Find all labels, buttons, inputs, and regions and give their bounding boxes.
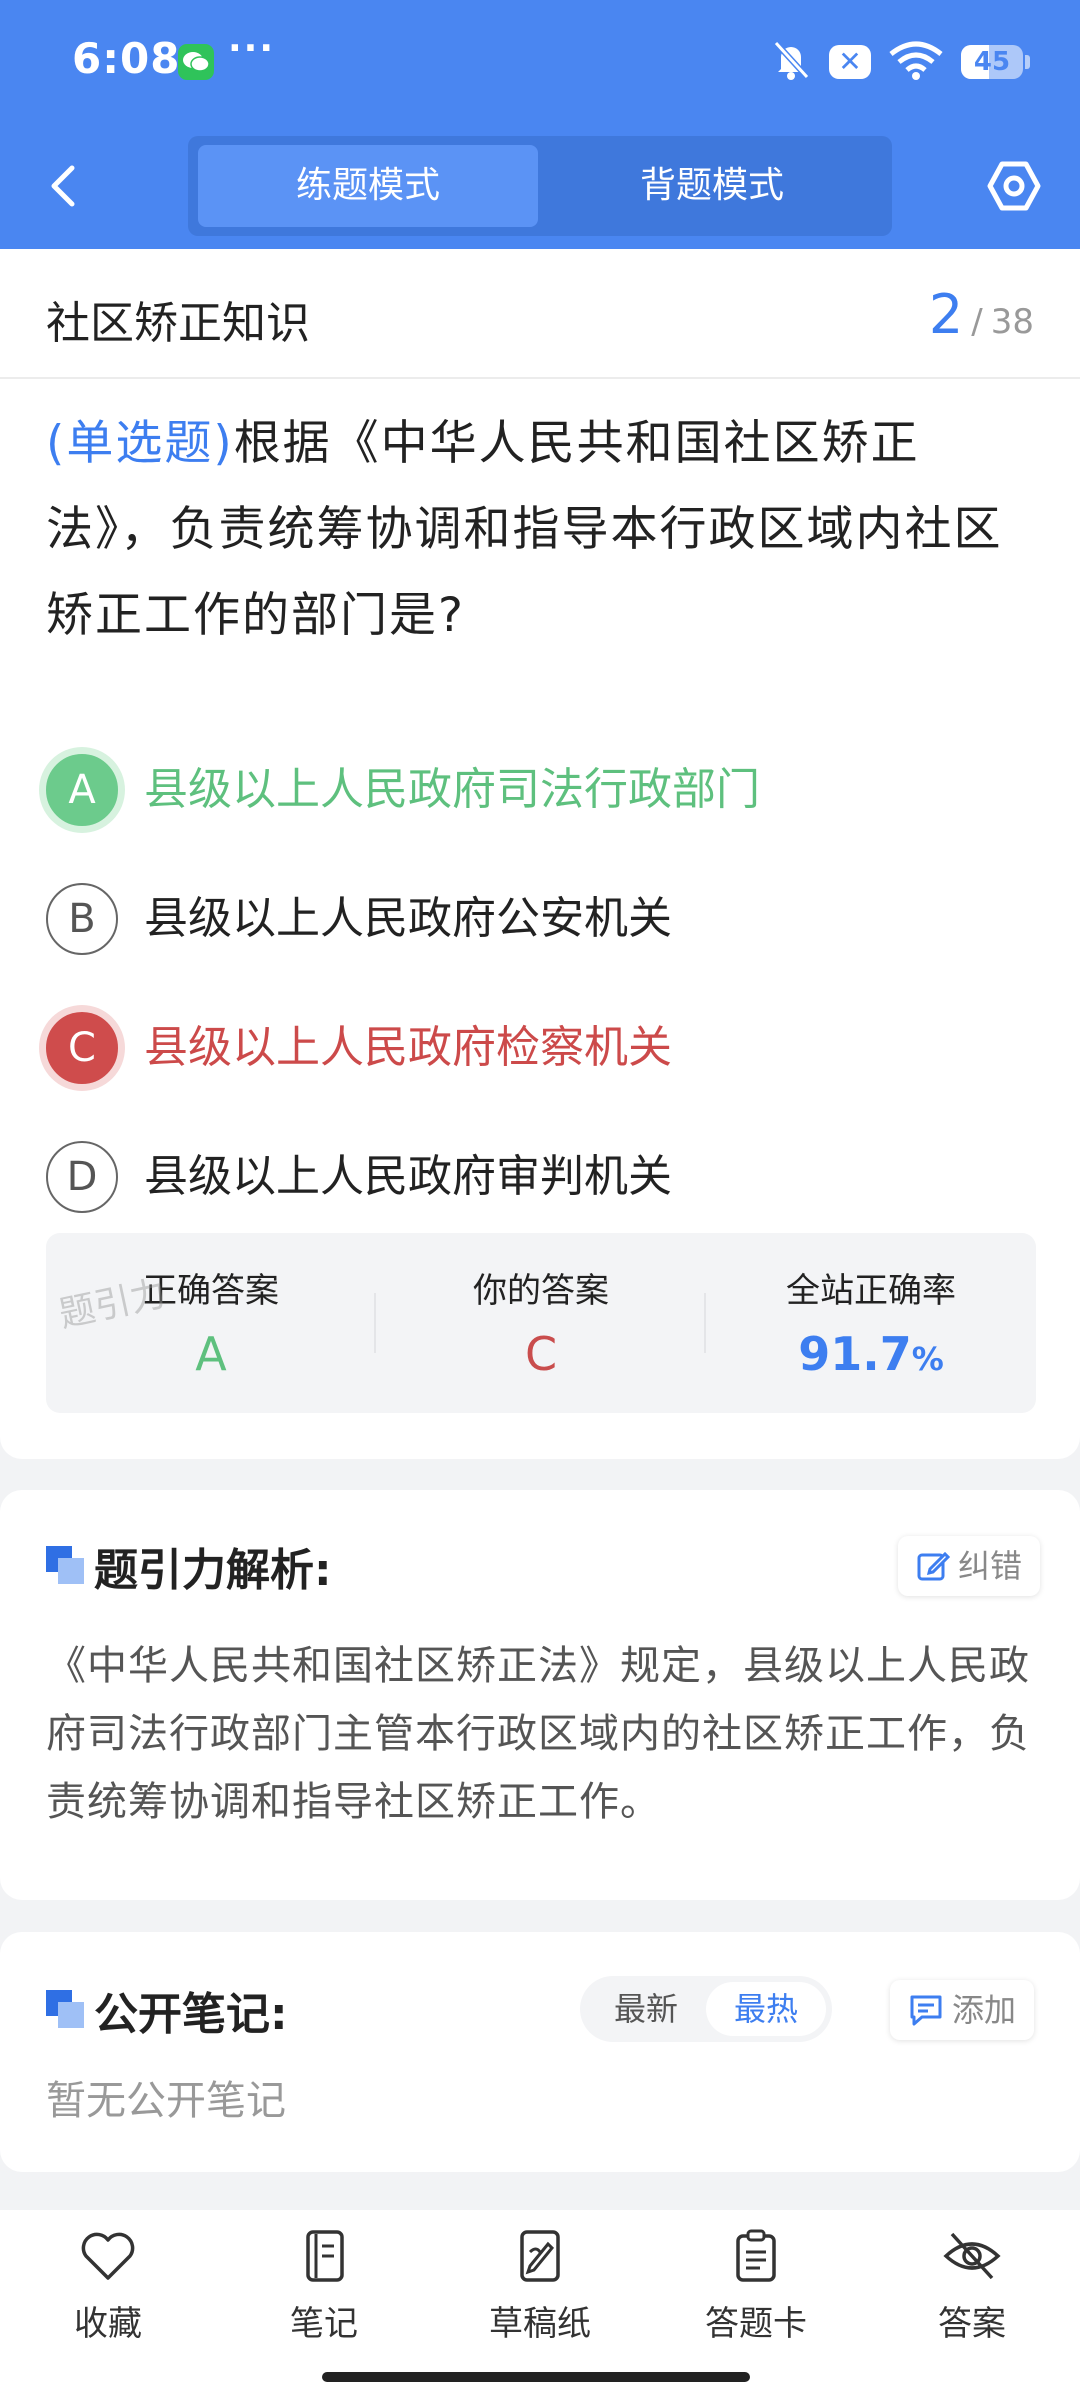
option-letter: B	[46, 883, 118, 955]
status-time: 6:08	[72, 34, 181, 83]
eye-off-icon	[943, 2232, 1001, 2280]
correct-answer-label: 正确答案	[143, 1271, 279, 1311]
edit-icon	[917, 1551, 950, 1581]
accuracy-value: 91.7%	[706, 1327, 1036, 1381]
analysis-title: 题引力解析:	[94, 1545, 332, 1596]
mute-bell-icon	[771, 39, 811, 85]
analysis-card: 题引力解析: 纠错 《中华人民共和国社区矫正法》规定，县级以上人民政府司法行政部…	[0, 1490, 1080, 1900]
notebook-icon	[306, 2230, 344, 2282]
settings-hexagon-icon	[987, 161, 1041, 211]
nav-notes-label: 笔记	[290, 2304, 358, 2344]
your-answer-label: 你的答案	[473, 1271, 609, 1311]
tab-practice-mode[interactable]: 练题模式	[198, 145, 538, 227]
home-indicator[interactable]	[322, 2372, 750, 2382]
correct-answer-stat: 正确答案 A	[46, 1233, 376, 1413]
settings-button[interactable]	[986, 158, 1042, 214]
add-note-label: 添加	[952, 1991, 1017, 2029]
chevron-left-icon	[51, 165, 75, 207]
top-header: 6:08 ··· ✕ 45 练题模式 背题模式	[0, 0, 1080, 249]
status-icons: ✕ 45	[771, 38, 1030, 86]
option-letter: C	[46, 1012, 118, 1084]
answer-stats: 正确答案 A 你的答案 C 全站正确率 91.7% 题引力	[46, 1233, 1036, 1413]
notes-title: 公开笔记:	[94, 1989, 288, 2040]
option-text: 县级以上人民政府公安机关	[144, 893, 672, 944]
nav-answer-card-label: 答题卡	[705, 2304, 807, 2344]
analysis-text: 《中华人民共和国社区矫正法》规定，县级以上人民政府司法行政部门主管本行政区域内的…	[46, 1643, 1030, 1825]
more-notifications-icon: ···	[228, 28, 276, 69]
nav-notes[interactable]: 笔记	[244, 2228, 404, 2358]
back-button[interactable]	[42, 158, 86, 214]
option-letter: D	[46, 1141, 118, 1213]
your-answer-stat: 你的答案 C	[376, 1233, 706, 1413]
option-text: 县级以上人民政府审判机关	[144, 1151, 672, 1202]
nav-answer[interactable]: 答案	[892, 2228, 1052, 2358]
report-error-button[interactable]: 纠错	[898, 1536, 1041, 1596]
sort-hot-button[interactable]: 最热	[706, 1982, 826, 2036]
battery-cap	[1025, 55, 1030, 69]
wechat-icon	[178, 44, 214, 80]
tab-memorize-mode[interactable]: 背题模式	[542, 145, 882, 227]
question-counter: 2/38	[929, 283, 1034, 346]
wifi-icon	[889, 40, 943, 84]
section-square-icon	[46, 1546, 84, 1584]
mode-switch: 练题模式 背题模式	[188, 136, 892, 236]
question-text: (单选题)根据《中华人民共和国社区矫正法》，负责统筹协调和指导本行政区域内社区矫…	[46, 401, 1034, 659]
category-title: 社区矫正知识	[46, 298, 310, 349]
battery-icon: 45	[961, 45, 1023, 79]
no-sim-icon: ✕	[829, 45, 871, 79]
comment-icon	[910, 1995, 942, 2026]
answer-card-icon	[736, 2229, 776, 2282]
nav-answer-label: 答案	[938, 2304, 1006, 2344]
empty-notes-text: 暂无公开笔记	[46, 2078, 286, 2124]
nav-answer-card[interactable]: 答题卡	[676, 2228, 836, 2358]
notes-sort-switch: 最新 最热	[580, 1976, 832, 2042]
battery-percent: 45	[973, 47, 1011, 77]
accuracy-stat: 全站正确率 91.7%	[706, 1233, 1036, 1413]
option-b[interactable]: B 县级以上人民政府公安机关	[46, 879, 1036, 959]
heart-icon	[81, 2232, 135, 2280]
section-square-icon	[46, 1990, 84, 2028]
draft-icon	[520, 2230, 560, 2282]
nav-favorite-label: 收藏	[74, 2304, 142, 2344]
correct-answer-value: A	[195, 1327, 227, 1381]
nav-draft-label: 草稿纸	[489, 2304, 591, 2344]
your-answer-value: C	[524, 1327, 558, 1381]
option-d[interactable]: D 县级以上人民政府审判机关	[46, 1137, 1036, 1217]
question-card: 社区矫正知识 2/38 (单选题)根据《中华人民共和国社区矫正法》，负责统筹协调…	[0, 249, 1080, 1459]
add-note-button[interactable]: 添加	[890, 1980, 1035, 2040]
question-type: (单选题)	[46, 416, 234, 471]
sort-latest-button[interactable]: 最新	[586, 1982, 706, 2036]
accuracy-unit: %	[911, 1340, 944, 1378]
option-text: 县级以上人民政府司法行政部门	[144, 764, 760, 815]
counter-separator: /	[971, 302, 983, 342]
nav-draft[interactable]: 草稿纸	[460, 2228, 620, 2358]
report-error-label: 纠错	[958, 1547, 1023, 1585]
option-a[interactable]: A 县级以上人民政府司法行政部门	[46, 750, 1036, 830]
status-bar: 6:08 ··· ✕ 45	[0, 0, 1080, 125]
current-question-number: 2	[928, 283, 964, 346]
option-c[interactable]: C 县级以上人民政府检察机关	[46, 1008, 1036, 1088]
question-header: 社区矫正知识 2/38	[0, 249, 1080, 379]
nav-favorite[interactable]: 收藏	[28, 2228, 188, 2358]
option-text: 县级以上人民政府检察机关	[144, 1022, 672, 1073]
option-letter: A	[46, 754, 118, 826]
accuracy-number: 91.7	[798, 1327, 912, 1381]
total-questions: 38	[990, 302, 1034, 342]
notes-card: 公开笔记: 最新 最热 添加 暂无公开笔记	[0, 1932, 1080, 2172]
accuracy-label: 全站正确率	[786, 1271, 956, 1311]
